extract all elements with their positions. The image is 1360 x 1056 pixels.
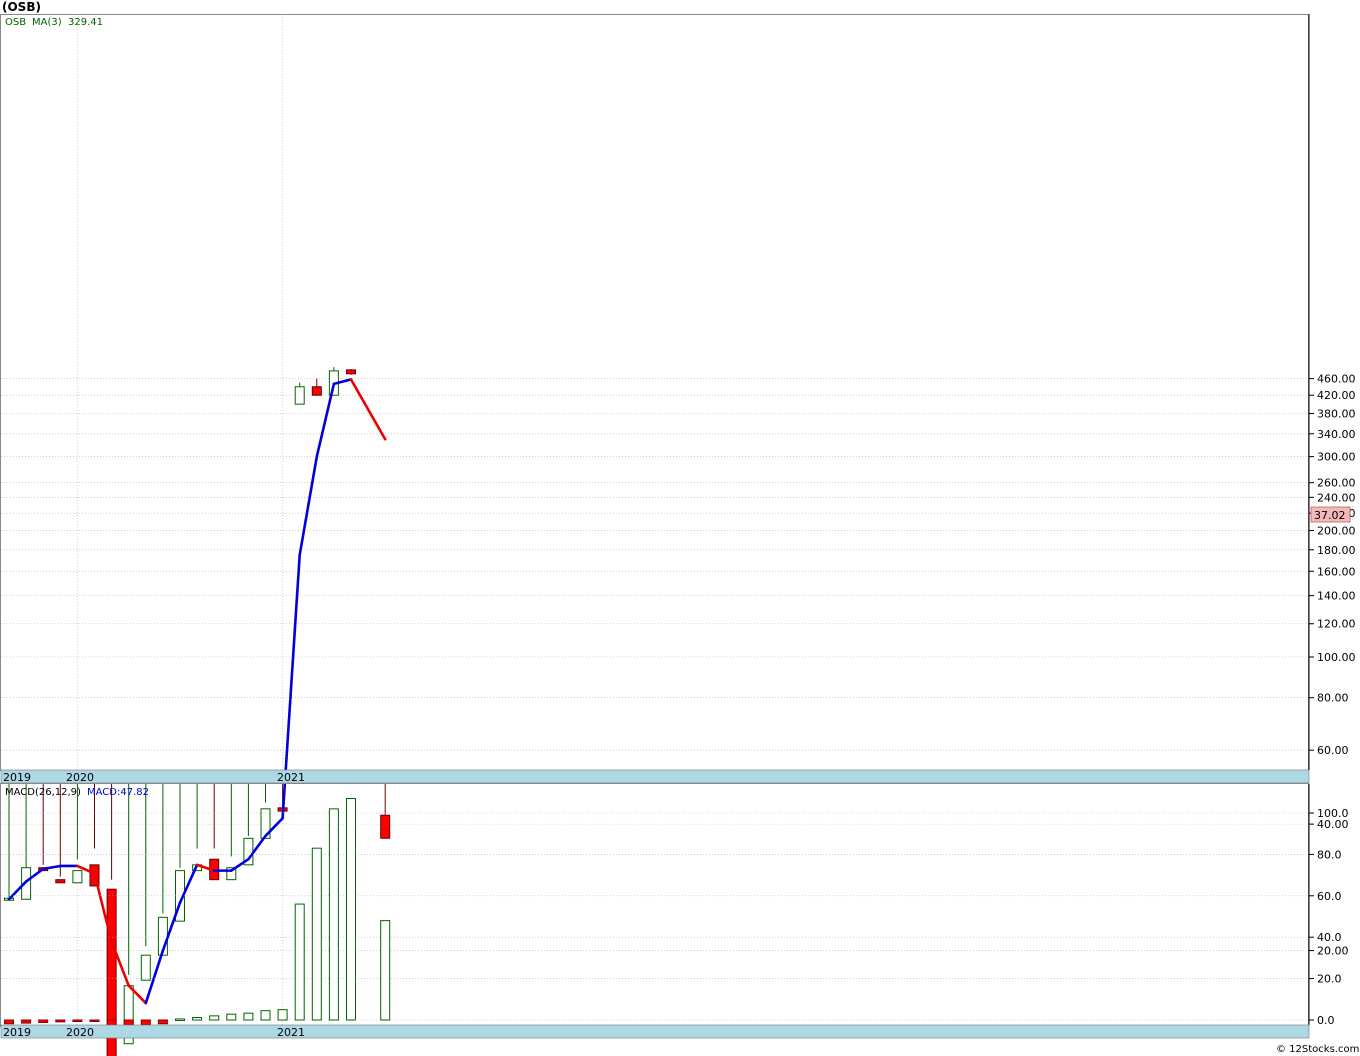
price-time-axis-band — [0, 769, 1310, 784]
macd-bar — [21, 1019, 32, 1024]
macd-bar — [260, 1010, 271, 1021]
price-axis-label: 160.00 — [1317, 565, 1356, 578]
candle-body — [380, 814, 391, 839]
macd-bar — [89, 1019, 100, 1022]
chart-title: (OSB) — [2, 0, 41, 14]
macd-axis-label: 60.0 — [1317, 890, 1342, 903]
macd-bar — [175, 1018, 185, 1021]
macd-time-axis-band — [0, 1024, 1310, 1039]
price-axis-label: 40.00 — [1317, 818, 1349, 831]
macd-bar — [226, 1013, 237, 1021]
macd-axis-label: 40.0 — [1317, 931, 1342, 944]
macd-legend-value: MACD:47.82 — [87, 787, 149, 798]
macd-axis-year-2019: 2019 — [3, 1026, 31, 1039]
price-axis-label: 380.00 — [1317, 407, 1356, 420]
price-axis-label: 140.00 — [1317, 590, 1356, 603]
macd-bar — [106, 1019, 117, 1026]
macd-axis-label: 80.0 — [1317, 848, 1342, 861]
macd-bar — [4, 1019, 14, 1025]
price-axis-label: 240.00 — [1317, 491, 1356, 504]
macd-bar — [55, 1019, 66, 1023]
macd-bar — [123, 1019, 134, 1026]
macd-bar — [328, 808, 339, 1021]
macd-bar — [72, 1019, 83, 1022]
macd-bar — [346, 798, 356, 1021]
price-axis-label: 340.00 — [1317, 428, 1356, 441]
price-axis-label: 420.00 — [1317, 389, 1356, 402]
macd-bar — [157, 1019, 168, 1025]
macd-axis-label: 0.0 — [1317, 1014, 1335, 1027]
macd-axis-year-2020: 2020 — [66, 1026, 94, 1039]
macd-legend-params: MACD(26,12,9) — [5, 787, 81, 798]
legend-ma-label: MA(3) — [32, 17, 62, 28]
price-axis-label: 80.00 — [1317, 692, 1349, 705]
last-price-tag: 37.02 — [1314, 509, 1346, 522]
macd-bar — [192, 1017, 203, 1021]
price-axis-label: 60.00 — [1317, 744, 1349, 757]
macd-axis-year-2021: 2021 — [277, 1026, 305, 1039]
candle-body — [140, 954, 151, 981]
candle — [328, 367, 339, 396]
macd-bar — [277, 1009, 288, 1021]
price-axis-label: 120.00 — [1317, 618, 1356, 631]
price-axis-label: 260.00 — [1317, 477, 1356, 490]
candle-body — [346, 369, 356, 375]
macd-bar — [38, 1019, 49, 1023]
price-axis-label: 460.00 — [1317, 373, 1356, 386]
candle-body — [55, 879, 66, 884]
candle-body — [311, 386, 322, 396]
price-axis-label: 20.00 — [1317, 945, 1349, 958]
macd-axis-label: 100.0 — [1317, 807, 1349, 820]
candle-body — [72, 870, 83, 884]
macd-bar — [294, 903, 305, 1021]
axis-year-2020: 2020 — [66, 771, 94, 784]
macd-bar — [380, 920, 391, 1021]
macd-bar — [311, 847, 322, 1021]
page-background — [0, 0, 1360, 1056]
legend-ma-value: 329.41 — [68, 17, 103, 28]
macd-axis-label: 20.0 — [1317, 973, 1342, 986]
axis-year-2019: 2019 — [3, 771, 31, 784]
axis-year-2021: 2021 — [277, 771, 305, 784]
price-axis-label: 180.00 — [1317, 544, 1356, 557]
legend-symbol: OSB — [5, 17, 26, 28]
price-axis-label: 100.00 — [1317, 651, 1356, 664]
price-axis-label: 200.00 — [1317, 525, 1356, 538]
price-axis-label: 300.00 — [1317, 451, 1356, 464]
macd-bar — [140, 1019, 151, 1026]
credit: © 12Stocks.com — [1276, 1044, 1359, 1055]
stock-chart: (OSB) 20.00 40.00 60.00 80.00 100.00 120.00 14… — [0, 0, 1360, 1056]
candle — [346, 368, 356, 375]
candle-body — [294, 386, 305, 405]
macd-bar — [243, 1012, 254, 1021]
macd-bar — [209, 1015, 220, 1021]
